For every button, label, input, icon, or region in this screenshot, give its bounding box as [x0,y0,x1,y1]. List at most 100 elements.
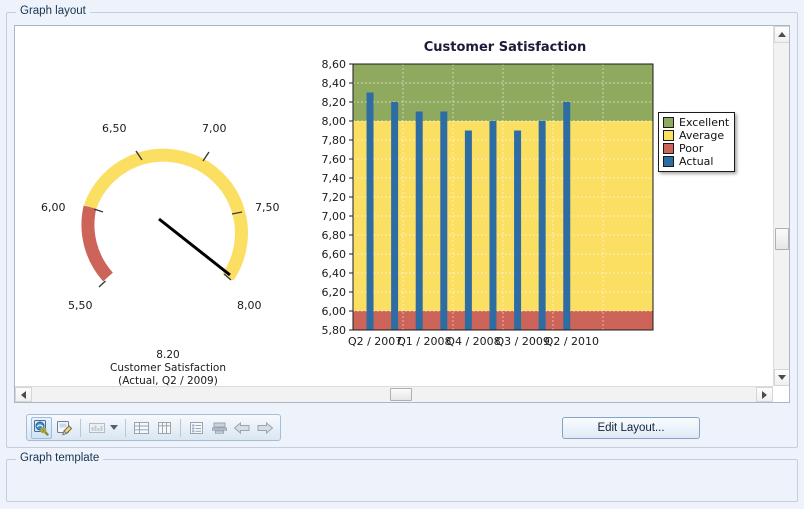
svg-text:8,00: 8,00 [322,115,347,128]
graph-settings-button[interactable] [31,417,52,439]
forward-button[interactable] [255,417,276,439]
gauge-tick-label-3: 7,00 [202,122,227,135]
canvas-vertical-scrollbar[interactable] [773,26,789,386]
gauge-widget[interactable]: 5,50 6,00 6,50 7,00 7,50 8,00 8.20 Custo… [23,34,313,384]
chart-title: Customer Satisfaction [305,40,705,55]
legend-swatch-average [663,130,674,141]
bar-chart-widget[interactable]: Customer Satisfaction 8,60 8,40 8,20 8,00 7,… [305,32,705,384]
svg-text:8,20: 8,20 [322,96,347,109]
chart-type-dropdown-button[interactable] [109,417,119,439]
chevron-down-icon [778,375,786,380]
graph-canvas-content: 5,50 6,00 6,50 7,00 7,50 8,00 8.20 Custo… [15,26,775,388]
graph-canvas[interactable]: 5,50 6,00 6,50 7,00 7,50 8,00 8.20 Custo… [14,25,790,403]
svg-text:6,00: 6,00 [322,305,347,318]
toolbar-separator-1 [80,419,81,437]
legend-label-actual: Actual [679,155,713,168]
table-view-icon [133,420,150,436]
chart-type-button[interactable] [86,417,107,439]
scroll-up-button[interactable] [774,26,790,43]
gauge-band-poor [88,207,108,277]
gauge-tick-label-0: 5,50 [68,299,93,312]
gauge-caption-value: 8.20 [23,349,313,362]
horizontal-scroll-thumb[interactable] [390,388,412,401]
vertical-scroll-thumb[interactable] [775,228,789,250]
grid-view-icon [156,420,173,436]
svg-text:6,60: 6,60 [322,248,347,261]
graph-template-groupbox: Graph template Template: Quarter Templat… [6,452,798,502]
bar [416,112,423,331]
legend-item-average: Average [663,129,729,142]
legend-item-excellent: Excellent [663,116,729,129]
edit-graph-icon [56,419,74,437]
scroll-right-button[interactable] [756,387,773,402]
legend-label-excellent: Excellent [679,116,729,129]
svg-text:7,00: 7,00 [322,210,347,223]
gauge-needle [159,219,230,275]
chevron-down-icon [110,425,118,430]
chart-type-icon [88,420,106,436]
scroll-left-button[interactable] [15,387,32,402]
legend-item-poor: Poor [663,142,729,155]
edit-layout-button-label: Edit Layout... [597,422,664,434]
gauge-tick-label-2: 6,50 [102,122,127,135]
svg-text:7,40: 7,40 [322,172,347,185]
svg-text:5,80: 5,80 [322,324,347,337]
datasheet-button[interactable] [209,417,230,439]
bar [367,93,374,331]
svg-text:8,60: 8,60 [322,58,347,71]
gauge-tick-label-5: 8,00 [237,299,262,312]
chart-legend: Excellent Average Poor Actual [658,112,735,172]
svg-text:Q4 / 2008: Q4 / 2008 [446,335,500,348]
svg-text:Q1 / 2008: Q1 / 2008 [397,335,451,348]
forward-arrow-icon [256,421,274,435]
gauge-svg [23,34,313,354]
legend-label-poor: Poor [679,142,703,155]
back-button[interactable] [232,417,253,439]
legend-swatch-poor [663,143,674,154]
svg-text:7,20: 7,20 [322,191,347,204]
toolbar-separator-3 [180,419,181,437]
legend-swatch-actual [663,156,674,167]
svg-text:Q2 / 2010: Q2 / 2010 [545,335,599,348]
svg-text:6,20: 6,20 [322,286,347,299]
legend-swatch-excellent [663,117,674,128]
svg-text:6,80: 6,80 [322,229,347,242]
gauge-caption-title: Customer Satisfaction [23,362,313,375]
list-view-button[interactable] [186,417,207,439]
graph-template-frame [6,459,798,502]
back-arrow-icon [233,421,251,435]
bar [563,102,570,330]
chevron-left-icon [21,391,26,399]
gauge-caption: 8.20 Customer Satisfaction (Actual, Q2 /… [23,349,313,388]
bar [465,131,472,331]
svg-text:Q2 / 2007: Q2 / 2007 [348,335,402,348]
toolbar-separator-2 [125,419,126,437]
svg-text:7,80: 7,80 [322,134,347,147]
bar [440,112,447,331]
chevron-up-icon [778,32,786,37]
gauge-band-average [90,155,241,277]
legend-label-average: Average [679,129,724,142]
chart-plot: 8,60 8,40 8,20 8,00 7,80 7,60 7,40 7,20 7,00 6,80… [305,54,705,384]
svg-text:7,60: 7,60 [322,153,347,166]
list-view-icon [188,420,205,436]
bar [539,121,546,330]
bar [514,131,521,331]
scroll-down-button[interactable] [774,369,790,386]
edit-layout-button[interactable]: Edit Layout... [562,417,700,439]
canvas-horizontal-scrollbar[interactable] [15,386,773,402]
bar [489,121,496,330]
grid-view-button[interactable] [154,417,175,439]
graph-template-title: Graph template [16,452,103,464]
graph-toolbar[interactable] [26,414,281,441]
gauge-tick-label-4: 7,50 [255,201,280,214]
svg-text:6,40: 6,40 [322,267,347,280]
graph-layout-title: Graph layout [16,5,90,17]
table-view-button[interactable] [131,417,152,439]
graph-settings-icon [33,419,51,437]
gauge-tick-label-1: 6,00 [41,201,66,214]
edit-graph-button[interactable] [54,417,75,439]
graph-layout-groupbox: Graph layout [6,5,798,448]
legend-item-actual: Actual [663,155,729,168]
svg-text:8,40: 8,40 [322,77,347,90]
